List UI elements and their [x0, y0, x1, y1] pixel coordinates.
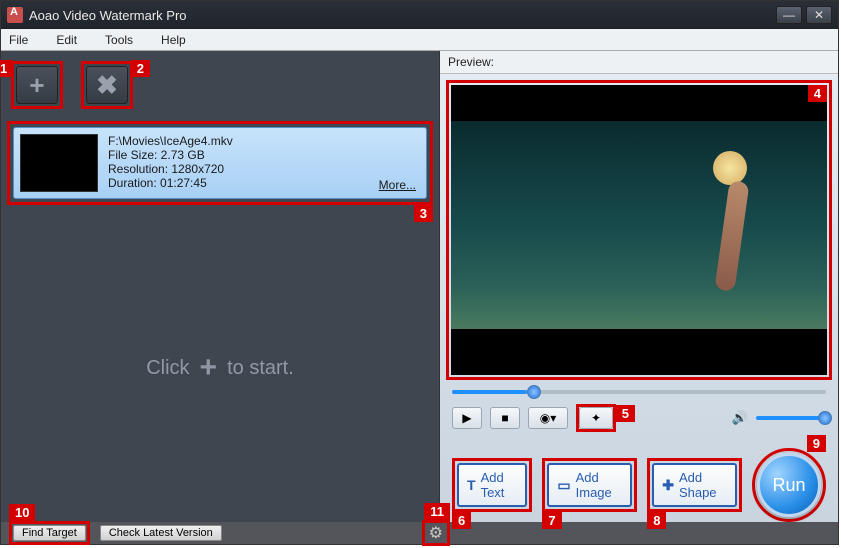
find-target-button[interactable]: Find Target	[13, 525, 86, 541]
file-thumbnail	[20, 134, 98, 192]
add-image-button[interactable]: ▭ Add Image	[547, 463, 632, 507]
settings-button[interactable]: ⚙	[425, 523, 447, 543]
text-icon: T	[467, 477, 476, 493]
run-button[interactable]: Run	[757, 453, 821, 517]
add-text-button[interactable]: T Add Text	[457, 463, 527, 507]
preview-label: Preview:	[440, 51, 838, 74]
annotation-3: 3 F:\Movies\IceAge4.mkv File Size: 2.73 …	[7, 121, 433, 205]
menu-file[interactable]: File	[9, 33, 28, 47]
status-bar: 10 Find Target Check Latest Version 11 ⚙	[1, 522, 838, 544]
snapshot-button[interactable]: ◉▾	[528, 407, 568, 429]
menu-edit[interactable]: Edit	[56, 33, 77, 47]
annotation-11: 11 ⚙	[422, 520, 450, 546]
menu-tools[interactable]: Tools	[105, 33, 133, 47]
volume-icon[interactable]: 🔊	[732, 410, 748, 426]
annotation-4: 4	[446, 80, 832, 380]
stop-button[interactable]: ■	[490, 407, 520, 429]
file-resolution: Resolution: 1280x720	[108, 162, 420, 176]
file-info: F:\Movies\IceAge4.mkv File Size: 2.73 GB…	[108, 134, 420, 192]
video-preview[interactable]	[451, 85, 827, 375]
empty-hint: Click + to start.	[1, 351, 439, 385]
shape-icon: ✚	[662, 477, 674, 494]
plus-icon: +	[200, 351, 218, 385]
x-icon: ✖	[96, 70, 118, 101]
play-button[interactable]: ▶	[452, 407, 482, 429]
check-version-button[interactable]: Check Latest Version	[100, 525, 222, 541]
file-card[interactable]: F:\Movies\IceAge4.mkv File Size: 2.73 GB…	[13, 127, 427, 199]
app-icon	[7, 7, 23, 23]
gear-icon: ⚙	[429, 525, 443, 542]
left-pane: 1 + 2 ✖ 3 F:\Movies\IceAge4.m	[1, 51, 439, 522]
add-file-button[interactable]: +	[16, 66, 58, 104]
add-shape-button[interactable]: ✚ Add Shape	[652, 463, 737, 507]
annotation-1: 1 +	[11, 61, 63, 109]
file-duration: Duration: 01:27:45	[108, 176, 420, 190]
file-path: F:\Movies\IceAge4.mkv	[108, 134, 420, 148]
menu-bar: File Edit Tools Help	[1, 29, 838, 51]
annotation-6: 6 T Add Text	[452, 458, 532, 512]
remove-file-button[interactable]: ✖	[86, 66, 128, 104]
app-window: Aoao Video Watermark Pro — ✕ File Edit T…	[0, 0, 839, 545]
close-button[interactable]: ✕	[806, 6, 832, 24]
annotation-2: 2 ✖	[81, 61, 133, 109]
annotation-7: 7 ▭ Add Image	[542, 458, 637, 512]
video-frame	[451, 121, 827, 329]
menu-help[interactable]: Help	[161, 33, 186, 47]
video-content	[677, 151, 767, 291]
right-pane: Preview: 4 ▶ ■ ◉▾	[439, 51, 838, 522]
file-size: File Size: 2.73 GB	[108, 148, 420, 162]
window-title: Aoao Video Watermark Pro	[29, 8, 776, 23]
volume-slider[interactable]	[756, 416, 826, 420]
annotation-10: 10 Find Target	[9, 521, 90, 545]
plus-icon: +	[29, 70, 44, 101]
title-bar: Aoao Video Watermark Pro — ✕	[1, 1, 838, 29]
annotation-9: 9 Run	[752, 448, 826, 522]
annotation-5: 5 ✦	[576, 404, 616, 432]
annotation-8: 8 ✚ Add Shape	[647, 458, 742, 512]
minimize-button[interactable]: —	[776, 6, 802, 24]
effects-button[interactable]: ✦	[579, 407, 613, 429]
more-link[interactable]: More...	[379, 178, 416, 192]
seek-slider[interactable]	[452, 390, 826, 394]
image-icon: ▭	[557, 477, 570, 494]
